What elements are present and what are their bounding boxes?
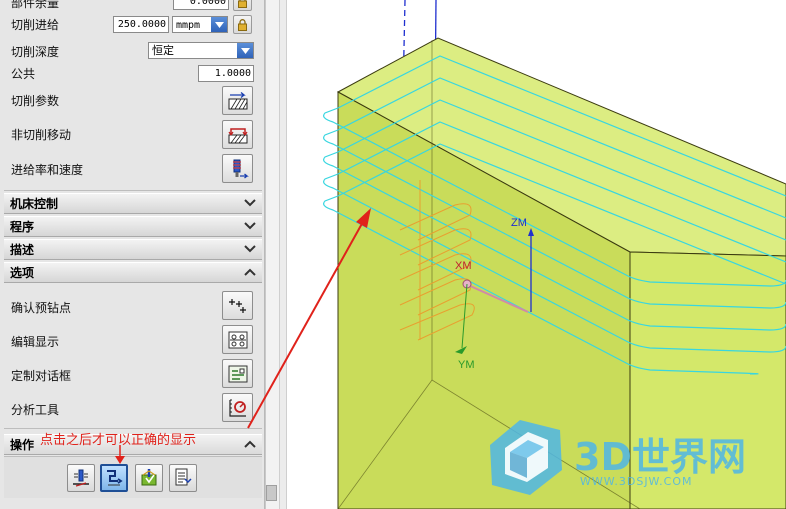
confirm-points-button[interactable] — [222, 291, 253, 320]
annotation-text: 点击之后才可以正确的显示 — [40, 433, 197, 448]
graphics-viewport[interactable]: XM ZM YM 3D世界网 WWW.3DSJW.COM — [288, 0, 786, 509]
panel-scrollbar-thumb[interactable] — [266, 485, 277, 501]
chevron-down-icon — [244, 222, 256, 230]
verify-button[interactable] — [135, 464, 163, 492]
depth-label: 切削深度 — [11, 45, 60, 59]
feed-lock-button[interactable] — [233, 15, 252, 34]
section-machine-control[interactable]: 机床控制 — [4, 193, 262, 214]
section-description-label: 描述 — [10, 243, 35, 257]
custom-dialog-button[interactable] — [222, 359, 253, 388]
stock-label: 部件余量 — [11, 0, 60, 10]
xm-axis-label: XM — [455, 260, 472, 272]
feeds-speeds-label: 进给率和速度 — [11, 163, 84, 177]
section-machine-control-label: 机床控制 — [10, 197, 59, 211]
cut-params-label: 切削参数 — [11, 94, 60, 108]
depth-select[interactable]: 恒定 — [148, 42, 254, 59]
lock-icon — [238, 18, 247, 31]
cut-params-button[interactable] — [222, 86, 253, 115]
feeds-speeds-icon — [232, 159, 249, 179]
analysis-tools-button[interactable] — [222, 393, 253, 422]
analysis-icon — [228, 399, 246, 417]
generate-button[interactable] — [67, 464, 95, 492]
chevron-up-icon — [244, 440, 256, 448]
chevron-down-icon — [244, 245, 256, 253]
noncut-moves-button[interactable] — [222, 120, 253, 149]
section-description[interactable]: 描述 — [4, 239, 262, 260]
chevron-up-icon — [244, 268, 256, 276]
feeds-speeds-button[interactable] — [222, 154, 253, 183]
feed-label: 切削进给 — [11, 18, 60, 32]
chevron-down-icon — [244, 199, 256, 207]
confirm-points-label: 确认预钻点 — [11, 301, 72, 315]
stock-input[interactable]: 0.0000 — [173, 0, 229, 10]
watermark-title: 3D世界网 — [574, 435, 746, 479]
edit-display-icon — [228, 331, 247, 348]
feed-unit-select[interactable]: mmpm — [172, 16, 228, 33]
list-icon — [175, 468, 192, 486]
list-button[interactable] — [169, 464, 197, 492]
section-program-label: 程序 — [10, 220, 35, 234]
section-options-label: 选项 — [10, 266, 35, 280]
panel-scrollbar[interactable] — [265, 0, 279, 509]
lock-icon — [238, 0, 247, 8]
depth-value: 恒定 — [152, 44, 174, 57]
dropdown-arrow-icon — [237, 43, 253, 58]
analysis-tools-label: 分析工具 — [11, 403, 60, 417]
section-divider — [4, 190, 262, 191]
custom-dialog-label: 定制对话框 — [11, 369, 72, 383]
custom-dialog-icon — [228, 365, 247, 382]
ym-axis-label: YM — [458, 359, 475, 371]
stock-lock-button[interactable] — [233, 0, 252, 11]
noncut-moves-icon — [228, 127, 247, 143]
section-options[interactable]: 选项 — [4, 262, 262, 283]
generate-icon — [73, 469, 89, 487]
section-actions-label: 操作 — [10, 438, 35, 452]
noncut-moves-label: 非切削移动 — [11, 128, 72, 142]
common-label: 公共 — [11, 67, 36, 81]
feed-input[interactable]: 250.0000 — [113, 16, 169, 33]
zm-axis-label: ZM — [511, 217, 527, 229]
dropdown-arrow-icon — [211, 17, 227, 32]
viewport-splitter[interactable] — [279, 0, 287, 509]
verify-icon — [141, 469, 157, 486]
common-input[interactable]: 1.0000 — [198, 65, 254, 82]
edit-display-label: 编辑显示 — [11, 335, 60, 349]
replay-button[interactable] — [100, 464, 128, 492]
confirm-points-icon — [228, 298, 246, 313]
replay-icon — [107, 470, 123, 486]
cut-params-icon — [228, 91, 247, 109]
section-program[interactable]: 程序 — [4, 216, 262, 237]
actions-bar — [4, 456, 262, 498]
watermark-url: WWW.3DSJW.COM — [580, 475, 693, 488]
feed-unit-value: mmpm — [176, 20, 201, 31]
edit-display-button[interactable] — [222, 325, 253, 354]
